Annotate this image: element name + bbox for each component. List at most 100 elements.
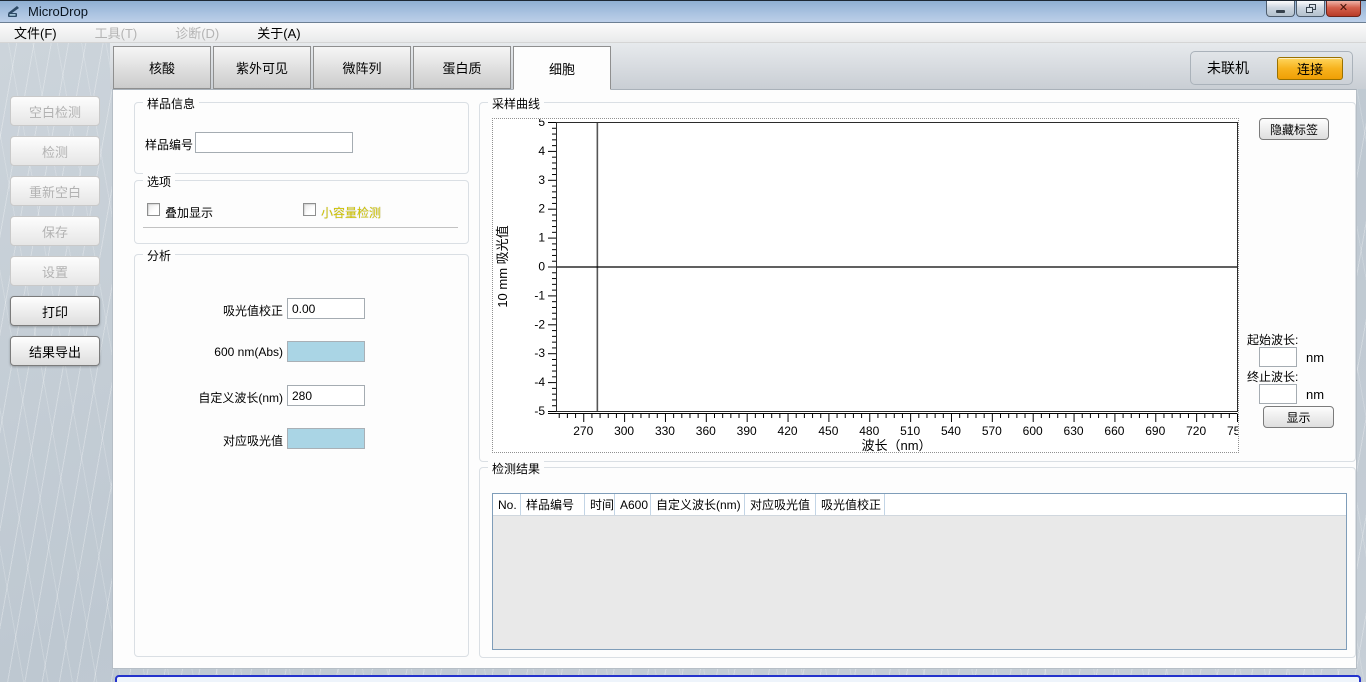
tab-4[interactable]: 蛋白质 — [413, 46, 511, 89]
restore-button[interactable] — [1296, 1, 1325, 17]
window-title: MicroDrop — [28, 4, 88, 19]
app-body: 核酸紫外可见微阵列蛋白质细胞 未联机 连接 空白检测检测重新空白保存设置打印结果… — [0, 43, 1366, 682]
start-wavelength-unit: nm — [1306, 350, 1324, 365]
svg-text:570: 570 — [982, 424, 1002, 438]
svg-text:10 mm 吸光值: 10 mm 吸光值 — [495, 225, 510, 307]
title-bar: MicroDrop ✕ — [0, 1, 1366, 23]
results-group-label: 检测结果 — [488, 460, 544, 477]
svg-text:390: 390 — [737, 424, 757, 438]
svg-text:660: 660 — [1104, 424, 1124, 438]
results-column-header[interactable]: No. — [493, 494, 521, 515]
svg-text:-4: -4 — [534, 375, 545, 389]
results-column-header[interactable]: 自定义波长(nm) — [651, 494, 745, 515]
svg-text:720: 720 — [1186, 424, 1206, 438]
connection-status: 未联机 — [1207, 58, 1249, 78]
connect-button[interactable]: 连接 — [1277, 57, 1343, 80]
start-wavelength-label: 起始波长: — [1247, 331, 1298, 348]
svg-text:3: 3 — [538, 173, 545, 187]
sidebar-button: 检测 — [10, 136, 100, 166]
svg-text:600: 600 — [1023, 424, 1043, 438]
results-table-header: No.样品编号时间A600自定义波长(nm)对应吸光值吸光值校正 — [493, 494, 1346, 516]
svg-text:4: 4 — [538, 144, 545, 158]
menu-item: 诊断(D) — [165, 21, 229, 44]
svg-text:480: 480 — [859, 424, 879, 438]
sidebar-button: 空白检测 — [10, 96, 100, 126]
svg-text:510: 510 — [900, 424, 920, 438]
restore-icon — [1306, 4, 1316, 13]
analysis-row-label: 吸光值校正 — [135, 302, 283, 319]
results-column-header[interactable]: A600 — [615, 494, 651, 515]
spectrum-chart: 270 300 330 360 390 420 450 480 510 540 570 600 630 6… — [492, 118, 1239, 453]
tab-1[interactable]: 核酸 — [113, 46, 211, 89]
svg-text:2: 2 — [538, 202, 545, 216]
options-group-label: 选项 — [143, 173, 175, 190]
results-column-header[interactable]: 样品编号 — [521, 494, 585, 515]
menu-item[interactable]: 关于(A) — [247, 21, 310, 44]
sample-id-label: 样品编号 — [145, 136, 193, 153]
analysis-readonly-field — [287, 428, 365, 449]
svg-text:450: 450 — [818, 424, 838, 438]
small-volume-checkbox[interactable] — [303, 203, 316, 216]
analysis-row-label: 对应吸光值 — [135, 432, 283, 449]
end-wavelength-input[interactable] — [1259, 384, 1297, 404]
main-panel: 样品信息 样品编号 选项 叠加显示 小容量检测 分析 吸光值校正 600 nm(A… — [112, 89, 1357, 669]
start-wavelength-input[interactable] — [1259, 347, 1297, 367]
hide-labels-button[interactable]: 隐藏标签 — [1259, 118, 1329, 140]
svg-text:-2: -2 — [534, 317, 545, 331]
tab-5[interactable]: 细胞 — [513, 46, 611, 90]
minimize-button[interactable] — [1266, 1, 1295, 17]
analysis-readonly-field — [287, 341, 365, 362]
menu-bar: 文件(F)工具(T)诊断(D)关于(A) — [0, 23, 1366, 43]
curve-group: 采样曲线 27030033036039042045048051054057060… — [479, 102, 1356, 462]
svg-text:360: 360 — [696, 424, 716, 438]
svg-text:690: 690 — [1145, 424, 1165, 438]
results-group: 检测结果 No.样品编号时间A600自定义波长(nm)对应吸光值吸光值校正 — [479, 467, 1356, 658]
svg-text:波长（nm）: 波长（nm） — [861, 438, 931, 452]
sidebar-button[interactable]: 打印 — [10, 296, 100, 326]
analysis-row-label: 600 nm(Abs) — [135, 345, 283, 359]
svg-text:330: 330 — [655, 424, 675, 438]
results-column-header[interactable]: 时间 — [585, 494, 615, 515]
options-group: 选项 叠加显示 小容量检测 — [134, 180, 469, 244]
analysis-input[interactable] — [287, 385, 365, 406]
svg-text:300: 300 — [614, 424, 634, 438]
svg-text:-3: -3 — [534, 346, 545, 360]
close-button[interactable]: ✕ — [1326, 1, 1361, 17]
end-wavelength-label: 终止波长: — [1247, 368, 1298, 385]
app-window: MicroDrop ✕ 文件(F)工具(T)诊断(D)关于(A) 核酸紫外可见微… — [0, 0, 1366, 682]
svg-text:-5: -5 — [534, 404, 545, 418]
overlay-display-checkbox[interactable] — [147, 203, 160, 216]
show-button[interactable]: 显示 — [1263, 406, 1334, 428]
sample-info-group: 样品信息 样品编号 — [134, 102, 469, 174]
svg-text:420: 420 — [778, 424, 798, 438]
app-icon — [7, 5, 23, 18]
end-wavelength-unit: nm — [1306, 387, 1324, 402]
results-column-header[interactable]: 吸光值校正 — [816, 494, 885, 515]
results-table: No.样品编号时间A600自定义波长(nm)对应吸光值吸光值校正 — [492, 493, 1347, 650]
tab-3[interactable]: 微阵列 — [313, 46, 411, 89]
spectrum-chart-canvas: 270 300 330 360 390 420 450 480 510 540 570 600 630 6… — [493, 119, 1238, 452]
results-header-filler — [885, 494, 1346, 515]
sidebar-button: 保存 — [10, 216, 100, 246]
sidebar-button[interactable]: 结果导出 — [10, 336, 100, 366]
analysis-group: 分析 吸光值校正600 nm(Abs)自定义波长(nm)对应吸光值 — [134, 254, 469, 657]
sidebar-button: 设置 — [10, 256, 100, 286]
svg-text:630: 630 — [1064, 424, 1084, 438]
menu-item[interactable]: 文件(F) — [4, 21, 67, 44]
analysis-group-label: 分析 — [143, 247, 175, 264]
tab-2[interactable]: 紫外可见 — [213, 46, 311, 89]
svg-text:1: 1 — [538, 231, 545, 245]
overlay-display-label: 叠加显示 — [165, 204, 213, 221]
curve-group-label: 采样曲线 — [488, 95, 544, 112]
svg-text:540: 540 — [941, 424, 961, 438]
svg-text:270: 270 — [573, 424, 593, 438]
sample-info-group-label: 样品信息 — [143, 95, 199, 112]
analysis-row-label: 自定义波长(nm) — [135, 389, 283, 406]
connection-panel: 未联机 连接 — [1190, 51, 1353, 85]
sample-id-input[interactable] — [195, 132, 353, 153]
results-column-header[interactable]: 对应吸光值 — [745, 494, 816, 515]
svg-text:5: 5 — [538, 119, 545, 129]
analysis-input[interactable] — [287, 298, 365, 319]
window-controls: ✕ — [1266, 1, 1361, 17]
svg-text:750: 750 — [1227, 424, 1238, 438]
